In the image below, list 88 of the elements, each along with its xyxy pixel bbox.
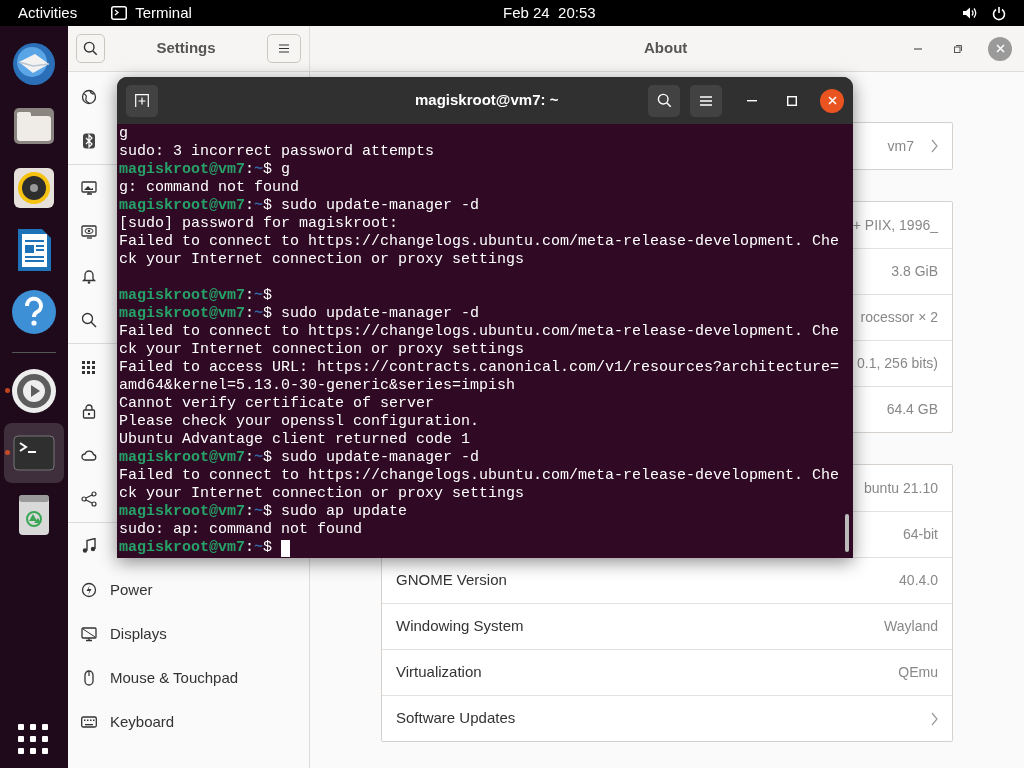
terminal-line: Failed to connect to https://changelogs.ubuntu.com/meta-release-development. Che (119, 323, 841, 341)
info-value: 64.4 GB (886, 400, 938, 419)
sidebar-item[interactable]: Power (68, 568, 309, 612)
mouse-icon (81, 670, 97, 686)
info-value: + PIIX, 1996_ (852, 215, 938, 235)
terminal-line: g: command not found (119, 179, 301, 197)
monitor-icon (81, 626, 97, 642)
terminal-line: magiskroot@vm7:~$ sudo update-manager -d (119, 449, 481, 467)
gear-icon (10, 367, 58, 415)
terminal-line: magiskroot@vm7:~$ (119, 539, 853, 557)
sidebar-title: Settings (155, 38, 217, 59)
menu-icon (279, 44, 289, 53)
close-icon (827, 96, 837, 105)
info-value: 40.4.0 (899, 571, 938, 590)
info-value: 3.8 GiB (891, 262, 938, 281)
terminal-line: [sudo] password for magiskroot: (119, 215, 400, 233)
minimize-icon (914, 47, 922, 50)
app-menu[interactable]: Terminal (111, 1, 192, 25)
share-icon (81, 491, 97, 507)
terminal-line: magiskroot@vm7:~$ g (119, 161, 292, 179)
terminal-line: sudo: ap: command not found (119, 521, 364, 539)
clock[interactable]: Feb 24 20:53 (503, 1, 596, 25)
restore-icon (954, 44, 962, 53)
close-button[interactable] (820, 88, 844, 113)
close-icon (995, 44, 1005, 53)
terminal-line: ck your Internet connection or proxy settings (119, 341, 526, 359)
mail-icon (10, 40, 58, 88)
maximize-icon (787, 95, 797, 106)
new-tab-icon (135, 93, 149, 108)
monitor-icon (81, 224, 97, 240)
sidebar-item[interactable]: Displays (68, 612, 309, 656)
bell-icon (81, 268, 97, 284)
lock-icon (81, 403, 97, 419)
terminal-line: Ubuntu Advantage client returned code 1 (119, 431, 472, 449)
info-value: rocessor × 2 (860, 308, 938, 327)
terminal-icon (111, 6, 128, 20)
terminal-line: Cannot verify certificate of server (119, 395, 436, 413)
info-label: GNOME Version (396, 570, 507, 591)
keyboard-icon (81, 714, 97, 730)
music-note-icon (81, 538, 97, 554)
info-value: 64-bit (902, 525, 938, 544)
info-value: QEmu (898, 663, 938, 682)
globe-icon (81, 89, 97, 105)
search-icon (83, 41, 98, 56)
grid-icon (81, 359, 97, 375)
terminal-line: magiskroot@vm7:~$ sudo update-manager -d (119, 197, 481, 215)
terminal-line: magiskroot@vm7:~$ sudo update-manager -d (119, 305, 481, 323)
page-title: About (644, 38, 688, 59)
volume-icon[interactable] (962, 6, 978, 20)
terminal-title: magiskroot@vm7: ~ (415, 90, 559, 111)
search-icon (81, 312, 97, 328)
info-value: vm7 (887, 136, 914, 156)
info-label: Virtualization (396, 662, 482, 683)
chevron-icon[interactable] (931, 711, 938, 726)
scrollbar[interactable] (845, 514, 849, 552)
monitor-icon (81, 180, 97, 196)
info-label: Software Updates (396, 708, 516, 729)
menu-icon (700, 95, 712, 106)
terminal-line: sudo: 3 incorrect password attempts (119, 143, 436, 161)
info-value: 0.1, 256 bits) (857, 354, 938, 373)
terminal-line: magiskroot@vm7:~$ sudo ap update (119, 503, 409, 521)
sidebar-item[interactable]: Keyboard (68, 700, 309, 744)
terminal-line: Failed to connect to https://changelogs.ubuntu.com/meta-release-development. Che (119, 467, 841, 485)
info-value: buntu 21.10 (864, 478, 938, 498)
power-icon[interactable] (992, 5, 1006, 21)
info-label: Windowing System (396, 616, 524, 637)
sidebar-item[interactable]: Mouse & Touchpad (68, 656, 309, 700)
search-icon (656, 93, 672, 108)
terminal-line: amd64&kernel=5.13.0-30-generic&series=impish (119, 377, 517, 395)
power-icon (81, 582, 97, 598)
terminal-line: Please check your openssl configuration. (119, 413, 481, 431)
activities-button[interactable]: Activities (18, 1, 78, 25)
search-button[interactable] (648, 84, 680, 117)
terminal-line: Failed to access URL: https://contracts.canonical.com/v1/resources?architecture= (119, 359, 841, 377)
terminal-line: magiskroot@vm7:~$ (119, 287, 274, 305)
help-icon (10, 288, 58, 336)
minimize-icon (747, 99, 757, 102)
app-grid-button[interactable] (16, 722, 50, 756)
new-tab-button[interactable] (126, 84, 158, 117)
terminal-line: ck your Internet connection or proxy settings (119, 251, 526, 269)
terminal-line: g (119, 125, 129, 143)
terminal-line: ck your Internet connection or proxy settings (119, 485, 526, 503)
bluetooth-icon (81, 133, 97, 149)
terminal-line: Failed to connect to https://changelogs.ubuntu.com/meta-release-development. Che (119, 233, 841, 251)
menu-button[interactable] (690, 84, 722, 117)
search-button[interactable] (76, 34, 105, 63)
chevron-icon[interactable] (931, 139, 938, 153)
info-value: Wayland (884, 617, 938, 636)
